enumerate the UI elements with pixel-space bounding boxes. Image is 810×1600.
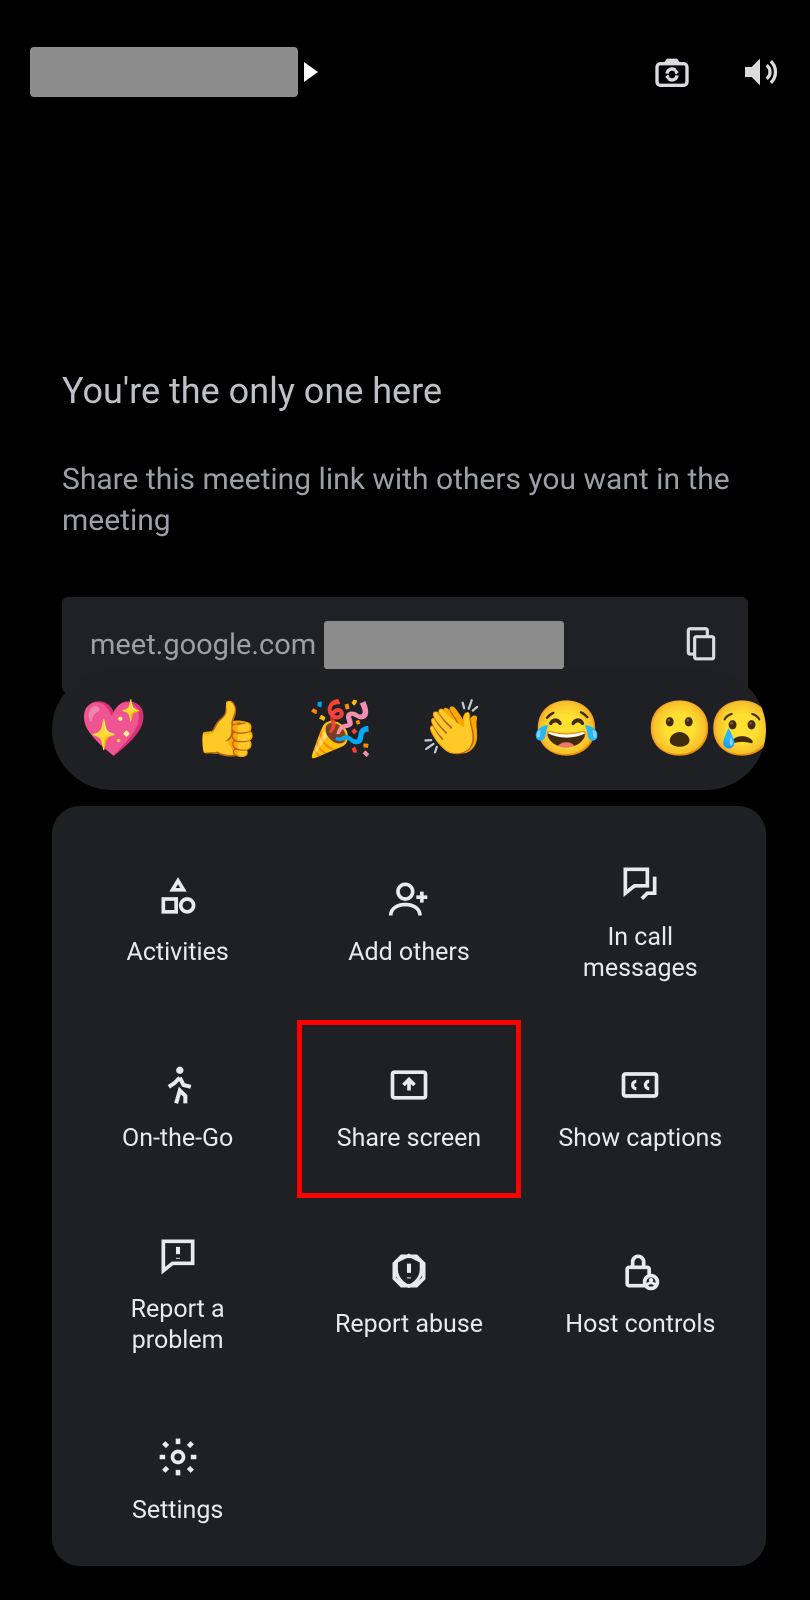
walk-icon xyxy=(156,1063,200,1107)
reaction-joy[interactable]: 😂 xyxy=(533,703,600,757)
top-controls xyxy=(652,52,780,92)
settings-label: Settings xyxy=(132,1495,223,1526)
in-call-messages-button[interactable]: In call messages xyxy=(525,830,756,1016)
reaction-clap[interactable]: 👏 xyxy=(420,703,487,757)
participant-name-redacted xyxy=(30,47,298,97)
share-screen-button[interactable]: Share screen xyxy=(293,1016,524,1202)
person-add-icon xyxy=(387,877,431,921)
meeting-link-prefix: meet.google.com xyxy=(90,628,316,662)
show-captions-label: Show captions xyxy=(558,1123,722,1154)
on-the-go-label: On-the-Go xyxy=(122,1123,233,1154)
report-abuse-button[interactable]: Report abuse xyxy=(293,1202,524,1388)
activities-button[interactable]: Activities xyxy=(62,830,293,1016)
meeting-link-redacted xyxy=(324,621,564,669)
meeting-link-text-wrap: meet.google.com xyxy=(90,621,682,669)
feedback-icon xyxy=(156,1234,200,1278)
actions-grid: Activities Add others In call messages O… xyxy=(62,830,756,1574)
reaction-party[interactable]: 🎉 xyxy=(307,703,374,757)
more-actions-panel: Activities Add others In call messages O… xyxy=(52,806,766,1566)
captions-icon xyxy=(618,1063,662,1107)
speaker-icon xyxy=(740,52,780,92)
meet-call-screen: You're the only one here Share this meet… xyxy=(0,0,810,1600)
switch-camera-icon xyxy=(652,52,692,92)
empty-meeting-content: You're the only one here Share this meet… xyxy=(62,370,748,693)
in-call-messages-label: In call messages xyxy=(550,922,730,985)
top-bar xyxy=(0,40,810,104)
reaction-thumbs-up[interactable]: 👍 xyxy=(193,703,260,757)
report-abuse-label: Report abuse xyxy=(335,1309,483,1340)
gear-icon xyxy=(156,1435,200,1479)
participant-label-area xyxy=(30,47,318,97)
reaction-sad[interactable]: 😢 xyxy=(709,703,766,757)
report-icon xyxy=(387,1249,431,1293)
host-controls-label: Host controls xyxy=(565,1309,715,1340)
add-others-label: Add others xyxy=(348,937,470,968)
show-captions-button[interactable]: Show captions xyxy=(525,1016,756,1202)
lock-person-icon xyxy=(618,1249,662,1293)
settings-button[interactable]: Settings xyxy=(62,1388,293,1574)
reaction-heart[interactable]: 💖 xyxy=(80,703,147,757)
copy-link-button[interactable] xyxy=(682,624,720,666)
reaction-surprised[interactable]: 😮 xyxy=(646,703,713,757)
highlight-box xyxy=(297,1020,520,1198)
reaction-bar: 💖 👍 🎉 👏 😂 😮 😢 xyxy=(52,670,766,790)
on-the-go-button[interactable]: On-the-Go xyxy=(62,1016,293,1202)
activities-label: Activities xyxy=(127,937,229,968)
add-others-button[interactable]: Add others xyxy=(293,830,524,1016)
speaker-button[interactable] xyxy=(740,52,780,92)
expand-icon[interactable] xyxy=(304,62,318,82)
switch-camera-button[interactable] xyxy=(652,52,692,92)
heading: You're the only one here xyxy=(62,370,748,412)
shapes-icon xyxy=(156,877,200,921)
report-problem-button[interactable]: Report a problem xyxy=(62,1202,293,1388)
chat-icon xyxy=(618,862,662,906)
report-problem-label: Report a problem xyxy=(88,1294,268,1357)
host-controls-button[interactable]: Host controls xyxy=(525,1202,756,1388)
subtext: Share this meeting link with others you … xyxy=(62,460,748,541)
copy-icon xyxy=(682,624,720,662)
